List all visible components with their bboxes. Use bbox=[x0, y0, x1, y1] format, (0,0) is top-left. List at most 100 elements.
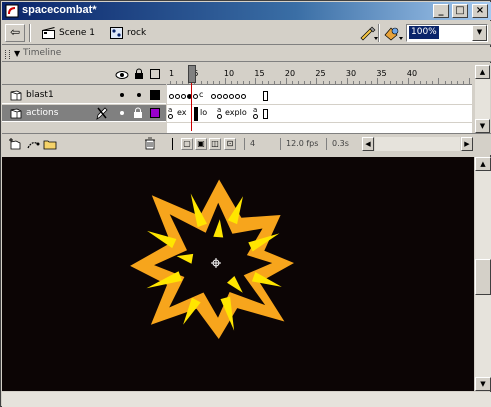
insert-layer-folder-icon[interactable] bbox=[43, 138, 57, 150]
panel-grip-icon[interactable] bbox=[5, 50, 10, 59]
ruler-tick bbox=[316, 78, 318, 84]
frame-label-lo: lo bbox=[200, 108, 208, 117]
layer-icon bbox=[10, 108, 22, 119]
movieclip-symbol-icon bbox=[110, 27, 123, 39]
end-frame[interactable] bbox=[263, 109, 268, 119]
scroll-thumb[interactable] bbox=[475, 259, 491, 295]
center-frame-icon[interactable] bbox=[172, 138, 173, 150]
timeline-panel-header[interactable]: ▼ Timeline bbox=[2, 47, 491, 62]
edit-symbols-icon[interactable] bbox=[383, 25, 405, 41]
layer-row[interactable]: blast1 bbox=[2, 87, 166, 104]
ruler-number: 15 bbox=[254, 69, 265, 78]
keyframe[interactable] bbox=[223, 94, 228, 99]
keyframe[interactable] bbox=[241, 94, 246, 99]
scroll-up-arrow-icon[interactable]: ▲ bbox=[475, 157, 491, 171]
ruler-tick bbox=[383, 81, 385, 84]
frame-ruler[interactable]: 1510152025303540 bbox=[167, 65, 472, 85]
frame-rate: 12.0 fps bbox=[280, 138, 324, 150]
trash-icon[interactable] bbox=[144, 137, 156, 150]
ruler-number: 40 bbox=[406, 69, 418, 78]
keyframe[interactable] bbox=[193, 94, 198, 99]
frame-row-blast1[interactable]: c bbox=[167, 87, 472, 105]
onion-skin-icon[interactable]: ▢ bbox=[181, 138, 193, 150]
ruler-tick bbox=[340, 81, 342, 84]
frames-grid[interactable]: 1510152025303540 c a ex bbox=[167, 65, 472, 133]
outline-icon[interactable] bbox=[150, 69, 160, 79]
keyframe[interactable] bbox=[217, 94, 222, 99]
modify-onion-markers-icon[interactable]: ⊡ bbox=[224, 138, 236, 150]
ruler-tick bbox=[407, 78, 409, 84]
zoom-select[interactable]: 100% ▼ bbox=[406, 24, 488, 42]
keyframe[interactable] bbox=[169, 94, 174, 99]
timeline-hscroll-track[interactable] bbox=[375, 137, 460, 151]
keyframe[interactable] bbox=[229, 94, 234, 99]
ruler-tick bbox=[267, 81, 269, 84]
keyframe-block[interactable] bbox=[194, 107, 198, 121]
scroll-down-arrow-icon[interactable]: ▼ bbox=[475, 377, 491, 391]
edit-scene-icon[interactable] bbox=[358, 25, 380, 41]
outline-color-swatch[interactable] bbox=[150, 108, 160, 118]
lock-icon[interactable] bbox=[133, 107, 143, 119]
timeline-scrollbar[interactable]: ▲ ▼ bbox=[475, 65, 490, 133]
ruler-tick bbox=[328, 81, 330, 84]
clapperboard-icon bbox=[42, 27, 55, 39]
edit-multiple-frames-icon[interactable]: ◫ bbox=[209, 138, 221, 150]
explosion-outer-shape bbox=[130, 179, 294, 339]
visibility-dot-icon[interactable] bbox=[120, 111, 124, 115]
back-arrow-icon[interactable]: ⇦ bbox=[5, 24, 25, 42]
outline-color-swatch[interactable] bbox=[150, 90, 160, 100]
scroll-up-arrow-icon[interactable]: ▲ bbox=[475, 65, 490, 79]
collapse-arrow-icon[interactable]: ▼ bbox=[14, 49, 20, 58]
keyframe[interactable] bbox=[181, 94, 186, 99]
layer-name: blast1 bbox=[26, 90, 54, 100]
scene-label: Scene 1 bbox=[59, 28, 96, 38]
ruler-tick bbox=[334, 81, 336, 84]
onion-skin-outlines-icon[interactable]: ▣ bbox=[195, 138, 207, 150]
ruler-number: 20 bbox=[284, 69, 296, 78]
scroll-left-arrow-icon[interactable]: ◀ bbox=[362, 137, 374, 151]
ruler-tick bbox=[261, 81, 263, 84]
layer-row-selected[interactable]: actions bbox=[2, 105, 166, 122]
close-button[interactable]: × bbox=[472, 4, 488, 18]
stage-horizontal-scrollbar[interactable] bbox=[2, 392, 491, 407]
eye-icon[interactable] bbox=[115, 70, 129, 80]
insert-layer-icon[interactable] bbox=[8, 138, 22, 150]
scroll-down-arrow-icon[interactable]: ▼ bbox=[475, 119, 490, 133]
ruler-tick bbox=[365, 81, 367, 84]
end-frame[interactable] bbox=[263, 91, 268, 101]
ruler-number: 25 bbox=[315, 69, 326, 78]
explosion-graphic[interactable] bbox=[2, 157, 474, 391]
minimize-button[interactable]: _ bbox=[433, 4, 449, 18]
frame-label-c: c bbox=[199, 90, 204, 99]
stage-vertical-scrollbar[interactable]: ▲ ▼ bbox=[475, 157, 491, 391]
ruler-tick bbox=[322, 81, 324, 84]
visibility-dot-icon[interactable] bbox=[120, 93, 124, 97]
ruler-tick bbox=[182, 81, 184, 84]
keyframe[interactable] bbox=[253, 114, 258, 119]
title-bar[interactable]: spacecombat* _ □ × bbox=[2, 2, 491, 20]
zoom-value: 100% bbox=[409, 26, 439, 39]
scroll-right-arrow-icon[interactable]: ▶ bbox=[461, 137, 473, 151]
keyframe[interactable] bbox=[211, 94, 216, 99]
breadcrumb-symbol[interactable]: rock bbox=[110, 25, 146, 41]
lock-icon[interactable] bbox=[134, 68, 144, 80]
keyframe[interactable] bbox=[235, 94, 240, 99]
chevron-down-icon[interactable]: ▼ bbox=[472, 25, 487, 41]
breadcrumb-scene[interactable]: Scene 1 bbox=[42, 25, 95, 41]
keyframe[interactable] bbox=[168, 114, 173, 119]
keyframe[interactable] bbox=[217, 114, 222, 119]
ruler-tick bbox=[456, 81, 458, 84]
playhead[interactable] bbox=[188, 65, 196, 83]
ruler-tick bbox=[285, 78, 287, 84]
lock-dot-icon[interactable] bbox=[137, 93, 141, 97]
add-motion-guide-icon[interactable] bbox=[26, 138, 40, 150]
ruler-number: 35 bbox=[376, 69, 387, 78]
maximize-button[interactable]: □ bbox=[452, 4, 468, 18]
keyframe[interactable] bbox=[175, 94, 180, 99]
ruler-tick bbox=[468, 78, 470, 84]
frame-row-actions[interactable]: a ex lo a explo a bbox=[167, 105, 472, 123]
stage[interactable] bbox=[2, 157, 474, 391]
ruler-tick bbox=[243, 81, 245, 84]
ruler-tick bbox=[450, 81, 452, 84]
action-marker-icon: a bbox=[168, 106, 173, 114]
